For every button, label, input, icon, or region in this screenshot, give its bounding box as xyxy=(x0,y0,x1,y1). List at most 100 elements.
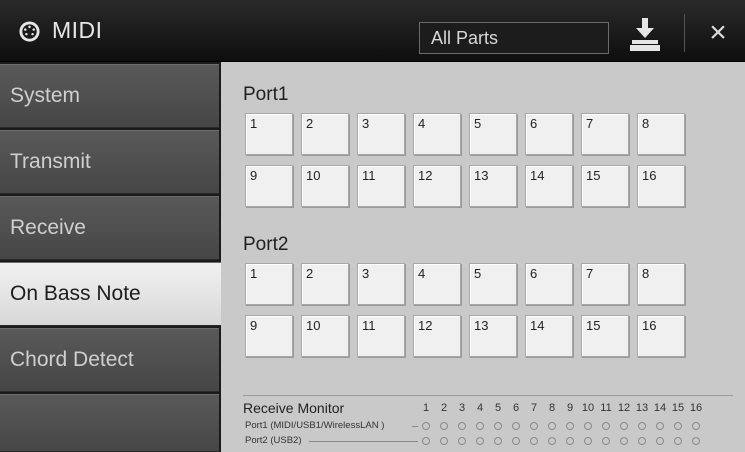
monitor-led-port1-ch3 xyxy=(458,422,466,430)
monitor-channel-number: 12 xyxy=(617,402,631,414)
monitor-channel-number: 1 xyxy=(422,402,430,414)
port2-channel-11-button[interactable]: 11 xyxy=(357,315,405,357)
close-icon[interactable]: × xyxy=(698,14,738,54)
page-title: MIDI xyxy=(52,17,103,43)
monitor-led-port2-ch4 xyxy=(476,437,484,445)
port1-channel-9-button[interactable]: 9 xyxy=(245,165,293,207)
port2-channel-14-button[interactable]: 14 xyxy=(525,315,573,357)
monitor-channel-number: 4 xyxy=(476,402,484,414)
port2-channel-7-button[interactable]: 7 xyxy=(581,263,629,305)
monitor-led-port1-ch2 xyxy=(440,422,448,430)
port2-channel-5-button[interactable]: 5 xyxy=(469,263,517,305)
monitor-channel-number: 10 xyxy=(581,402,595,414)
monitor-led-port1-ch1 xyxy=(422,422,430,430)
monitor-led-port2-ch14 xyxy=(656,437,664,445)
port1-channel-16-button[interactable]: 16 xyxy=(637,165,685,207)
midi-connector-icon xyxy=(19,21,40,42)
port2-channel-15-button[interactable]: 15 xyxy=(581,315,629,357)
monitor-led-port2-ch11 xyxy=(602,437,610,445)
sidebar-item-chord-detect[interactable]: Chord Detect xyxy=(0,328,219,392)
monitor-led-port1-ch13 xyxy=(638,422,646,430)
monitor-led-port2-ch3 xyxy=(458,437,466,445)
port2-channel-10-button[interactable]: 10 xyxy=(301,315,349,357)
monitor-led-port2-ch9 xyxy=(566,437,574,445)
monitor-led-port2-ch16 xyxy=(692,437,700,445)
sidebar-item-label: Receive xyxy=(10,216,86,239)
port1-channel-8-button[interactable]: 8 xyxy=(637,113,685,155)
port2-channel-16-button[interactable]: 16 xyxy=(637,315,685,357)
monitor-row-label-port2: Port2 (USB2) xyxy=(245,435,302,446)
monitor-channel-number: 5 xyxy=(494,402,502,414)
monitor-channel-number: 2 xyxy=(440,402,448,414)
monitor-led-port2-ch2 xyxy=(440,437,448,445)
receive-monitor-title: Receive Monitor xyxy=(243,400,345,416)
port1-channel-7-button[interactable]: 7 xyxy=(581,113,629,155)
port2-channel-13-button[interactable]: 13 xyxy=(469,315,517,357)
port2-channel-6-button[interactable]: 6 xyxy=(525,263,573,305)
port2-channel-3-button[interactable]: 3 xyxy=(357,263,405,305)
monitor-led-port2-ch5 xyxy=(494,437,502,445)
sidebar: System Transmit Receive On Bass Note Cho… xyxy=(0,62,222,452)
monitor-led-port2-ch8 xyxy=(548,437,556,445)
monitor-channel-number: 14 xyxy=(653,402,667,414)
monitor-channel-number: 16 xyxy=(689,402,703,414)
monitor-led-port1-ch5 xyxy=(494,422,502,430)
title-separator xyxy=(684,14,685,52)
port1-channel-4-button[interactable]: 4 xyxy=(413,113,461,155)
monitor-channel-number: 3 xyxy=(458,402,466,414)
port1-channel-12-button[interactable]: 12 xyxy=(413,165,461,207)
sidebar-item-system[interactable]: System xyxy=(0,64,219,128)
sidebar-item-receive[interactable]: Receive xyxy=(0,196,219,260)
port1-channel-6-button[interactable]: 6 xyxy=(525,113,573,155)
monitor-row-label-port1: Port1 (MIDI/USB1/WirelessLAN ) xyxy=(245,420,385,431)
sidebar-item-transmit[interactable]: Transmit xyxy=(0,130,219,194)
monitor-led-port2-ch12 xyxy=(620,437,628,445)
sidebar-item-label: System xyxy=(10,84,81,107)
monitor-led-port1-ch15 xyxy=(674,422,682,430)
save-download-icon[interactable] xyxy=(622,12,668,56)
monitor-led-port1-ch8 xyxy=(548,422,556,430)
port2-channel-2-button[interactable]: 2 xyxy=(301,263,349,305)
port2-channel-9-button[interactable]: 9 xyxy=(245,315,293,357)
port1-channel-1-button[interactable]: 1 xyxy=(245,113,293,155)
monitor-channel-number: 6 xyxy=(512,402,520,414)
port1-channel-2-button[interactable]: 2 xyxy=(301,113,349,155)
port1-channel-15-button[interactable]: 15 xyxy=(581,165,629,207)
port1-channel-3-button[interactable]: 3 xyxy=(357,113,405,155)
port2-channel-4-button[interactable]: 4 xyxy=(413,263,461,305)
port2-label: Port2 xyxy=(243,234,289,255)
port2-channel-12-button[interactable]: 12 xyxy=(413,315,461,357)
port2-channel-8-button[interactable]: 8 xyxy=(637,263,685,305)
part-selector[interactable]: All Parts xyxy=(419,22,609,54)
monitor-leader-line xyxy=(309,441,418,442)
port1-label: Port1 xyxy=(243,84,289,105)
monitor-led-port1-ch14 xyxy=(656,422,664,430)
port1-channel-10-button[interactable]: 10 xyxy=(301,165,349,207)
monitor-led-port2-ch6 xyxy=(512,437,520,445)
monitor-led-port1-ch6 xyxy=(512,422,520,430)
monitor-channel-number: 15 xyxy=(671,402,685,414)
monitor-led-port1-ch16 xyxy=(692,422,700,430)
sidebar-item-on-bass-note[interactable]: On Bass Note xyxy=(0,262,222,326)
monitor-leader-line xyxy=(412,426,418,427)
monitor-divider xyxy=(243,395,733,396)
port1-channel-11-button[interactable]: 11 xyxy=(357,165,405,207)
sidebar-item-label: Chord Detect xyxy=(10,348,134,371)
monitor-led-port2-ch15 xyxy=(674,437,682,445)
main-panel: Port1 Port2 Receive Monitor Port1 (MIDI/… xyxy=(221,62,745,452)
monitor-led-port1-ch10 xyxy=(584,422,592,430)
monitor-led-port1-ch12 xyxy=(620,422,628,430)
port1-channel-5-button[interactable]: 5 xyxy=(469,113,517,155)
monitor-led-port1-ch4 xyxy=(476,422,484,430)
monitor-led-port1-ch7 xyxy=(530,422,538,430)
port2-channel-1-button[interactable]: 1 xyxy=(245,263,293,305)
port1-channel-13-button[interactable]: 13 xyxy=(469,165,517,207)
monitor-channel-number: 11 xyxy=(600,402,612,414)
monitor-led-port2-ch13 xyxy=(638,437,646,445)
title-bar: MIDI All Parts × xyxy=(0,0,745,62)
monitor-led-port2-ch1 xyxy=(422,437,430,445)
monitor-channel-number: 8 xyxy=(548,402,556,414)
monitor-led-port1-ch9 xyxy=(566,422,574,430)
port1-channel-14-button[interactable]: 14 xyxy=(525,165,573,207)
sidebar-item-empty xyxy=(0,394,219,452)
